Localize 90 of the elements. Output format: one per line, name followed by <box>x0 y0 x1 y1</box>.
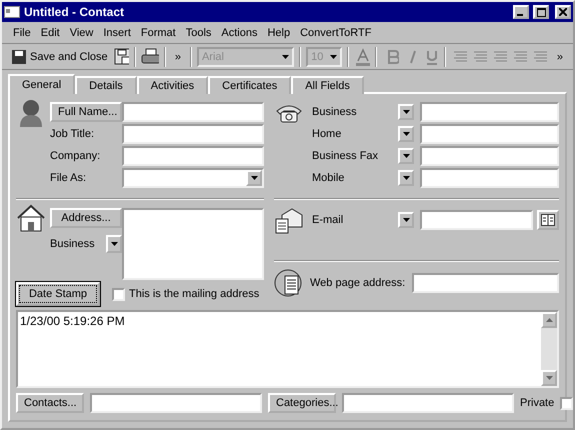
date-stamp-button[interactable]: Date Stamp <box>16 282 100 306</box>
align-right-icon[interactable] <box>493 50 507 64</box>
caret-icon <box>110 242 118 246</box>
menu-item[interactable]: View <box>64 24 98 40</box>
caret-icon <box>250 176 258 180</box>
dropdown-button[interactable] <box>398 126 414 142</box>
field-label: File As: <box>50 172 88 184</box>
address-field[interactable] <box>122 208 264 280</box>
close-button[interactable] <box>555 5 571 19</box>
email-label: E-mail <box>312 214 344 226</box>
input-field[interactable] <box>420 102 559 122</box>
phone-label: Business <box>312 106 358 118</box>
menu-item[interactable]: Edit <box>36 24 65 40</box>
input-field[interactable] <box>420 146 559 166</box>
align-left-icon[interactable] <box>453 50 468 64</box>
input-field[interactable] <box>122 124 264 144</box>
field-label: Job Title: <box>50 128 96 140</box>
checkbox-label: This is the mailing address <box>129 288 260 300</box>
down-arrow-icon <box>546 376 552 380</box>
dropdown-button[interactable] <box>398 104 414 120</box>
notes-field[interactable]: 1/23/00 5:19:26 PM <box>16 310 559 388</box>
field-label: Company: <box>50 150 102 162</box>
menu-item[interactable]: File <box>8 24 36 40</box>
email-field[interactable] <box>420 210 533 230</box>
contacts-button[interactable]: Contacts... <box>16 393 84 413</box>
save-icon[interactable] <box>114 48 130 66</box>
more-button[interactable]: » <box>552 48 568 64</box>
contacts-field[interactable] <box>90 393 262 413</box>
tab[interactable]: Activities <box>136 76 208 94</box>
input-field[interactable] <box>420 124 559 144</box>
dropdown-button[interactable] <box>398 170 414 186</box>
caret-icon <box>282 54 290 58</box>
menu-item[interactable]: Actions <box>216 24 262 40</box>
maximize-icon <box>536 8 546 16</box>
dropdown-button[interactable] <box>246 170 262 186</box>
caret-icon <box>402 132 410 136</box>
input-field[interactable] <box>420 168 559 188</box>
up-arrow-icon <box>546 318 552 322</box>
menu-item[interactable]: Tools <box>180 24 216 40</box>
font-color-icon[interactable] <box>354 48 370 66</box>
caret-icon <box>402 218 410 222</box>
full-name-button[interactable]: Full Name... <box>50 102 122 122</box>
scroll-up-button[interactable] <box>541 312 557 328</box>
minimize-button[interactable] <box>513 5 529 19</box>
categories-field[interactable] <box>342 393 514 413</box>
save-and-close-button[interactable]: Save and Close <box>8 48 112 66</box>
close-icon <box>559 8 567 16</box>
checkbox[interactable] <box>112 288 125 300</box>
address-type-label: Business <box>50 238 95 250</box>
tab[interactable]: General <box>8 74 76 94</box>
input-field[interactable] <box>122 102 264 122</box>
align-center-icon[interactable] <box>473 50 488 64</box>
input-field[interactable] <box>122 146 264 166</box>
more-button[interactable]: » <box>170 48 185 64</box>
caret-icon <box>330 54 338 58</box>
categories-button[interactable]: Categories... <box>268 393 336 413</box>
menu-item[interactable]: Format <box>136 24 181 40</box>
checkbox[interactable] <box>560 396 573 410</box>
address-book-button[interactable] <box>537 210 559 230</box>
notes-text: 1/23/00 5:19:26 PM <box>19 313 126 330</box>
maximize-button[interactable] <box>533 5 549 19</box>
scrollbar[interactable] <box>541 312 557 386</box>
tab[interactable]: All Fields <box>291 76 364 94</box>
web-page-field[interactable] <box>412 273 559 293</box>
private-label: Private <box>520 397 554 409</box>
print-icon[interactable] <box>141 48 159 66</box>
dropdown-button[interactable] <box>398 212 414 228</box>
window-title: Untitled - Contact <box>24 5 125 19</box>
dropdown-button[interactable] <box>106 235 122 253</box>
caret-icon <box>402 176 410 180</box>
caret-icon <box>402 110 410 114</box>
scroll-down-button[interactable] <box>541 370 557 386</box>
dropdown-field[interactable] <box>122 168 264 188</box>
dropdown-button[interactable] <box>398 148 414 164</box>
globe-document-icon <box>274 268 304 298</box>
web-page-label: Web page address: <box>310 277 406 289</box>
phone-label: Home <box>312 128 342 140</box>
menu-item[interactable]: Help <box>262 24 296 40</box>
bullets-icon[interactable] <box>512 50 527 64</box>
address-button[interactable]: Address... <box>50 208 122 228</box>
tab[interactable]: Details <box>75 76 137 94</box>
indent-icon[interactable] <box>532 50 547 64</box>
window-icon <box>4 6 20 18</box>
house-icon <box>16 203 46 233</box>
tab[interactable]: Certificates <box>208 76 292 94</box>
caret-icon <box>402 154 410 158</box>
phone-label: Mobile <box>312 172 346 184</box>
menu-item[interactable]: Insert <box>98 24 136 40</box>
phone-label: Business Fax <box>312 150 380 162</box>
menu-item[interactable]: ConvertToRTF <box>295 24 376 40</box>
